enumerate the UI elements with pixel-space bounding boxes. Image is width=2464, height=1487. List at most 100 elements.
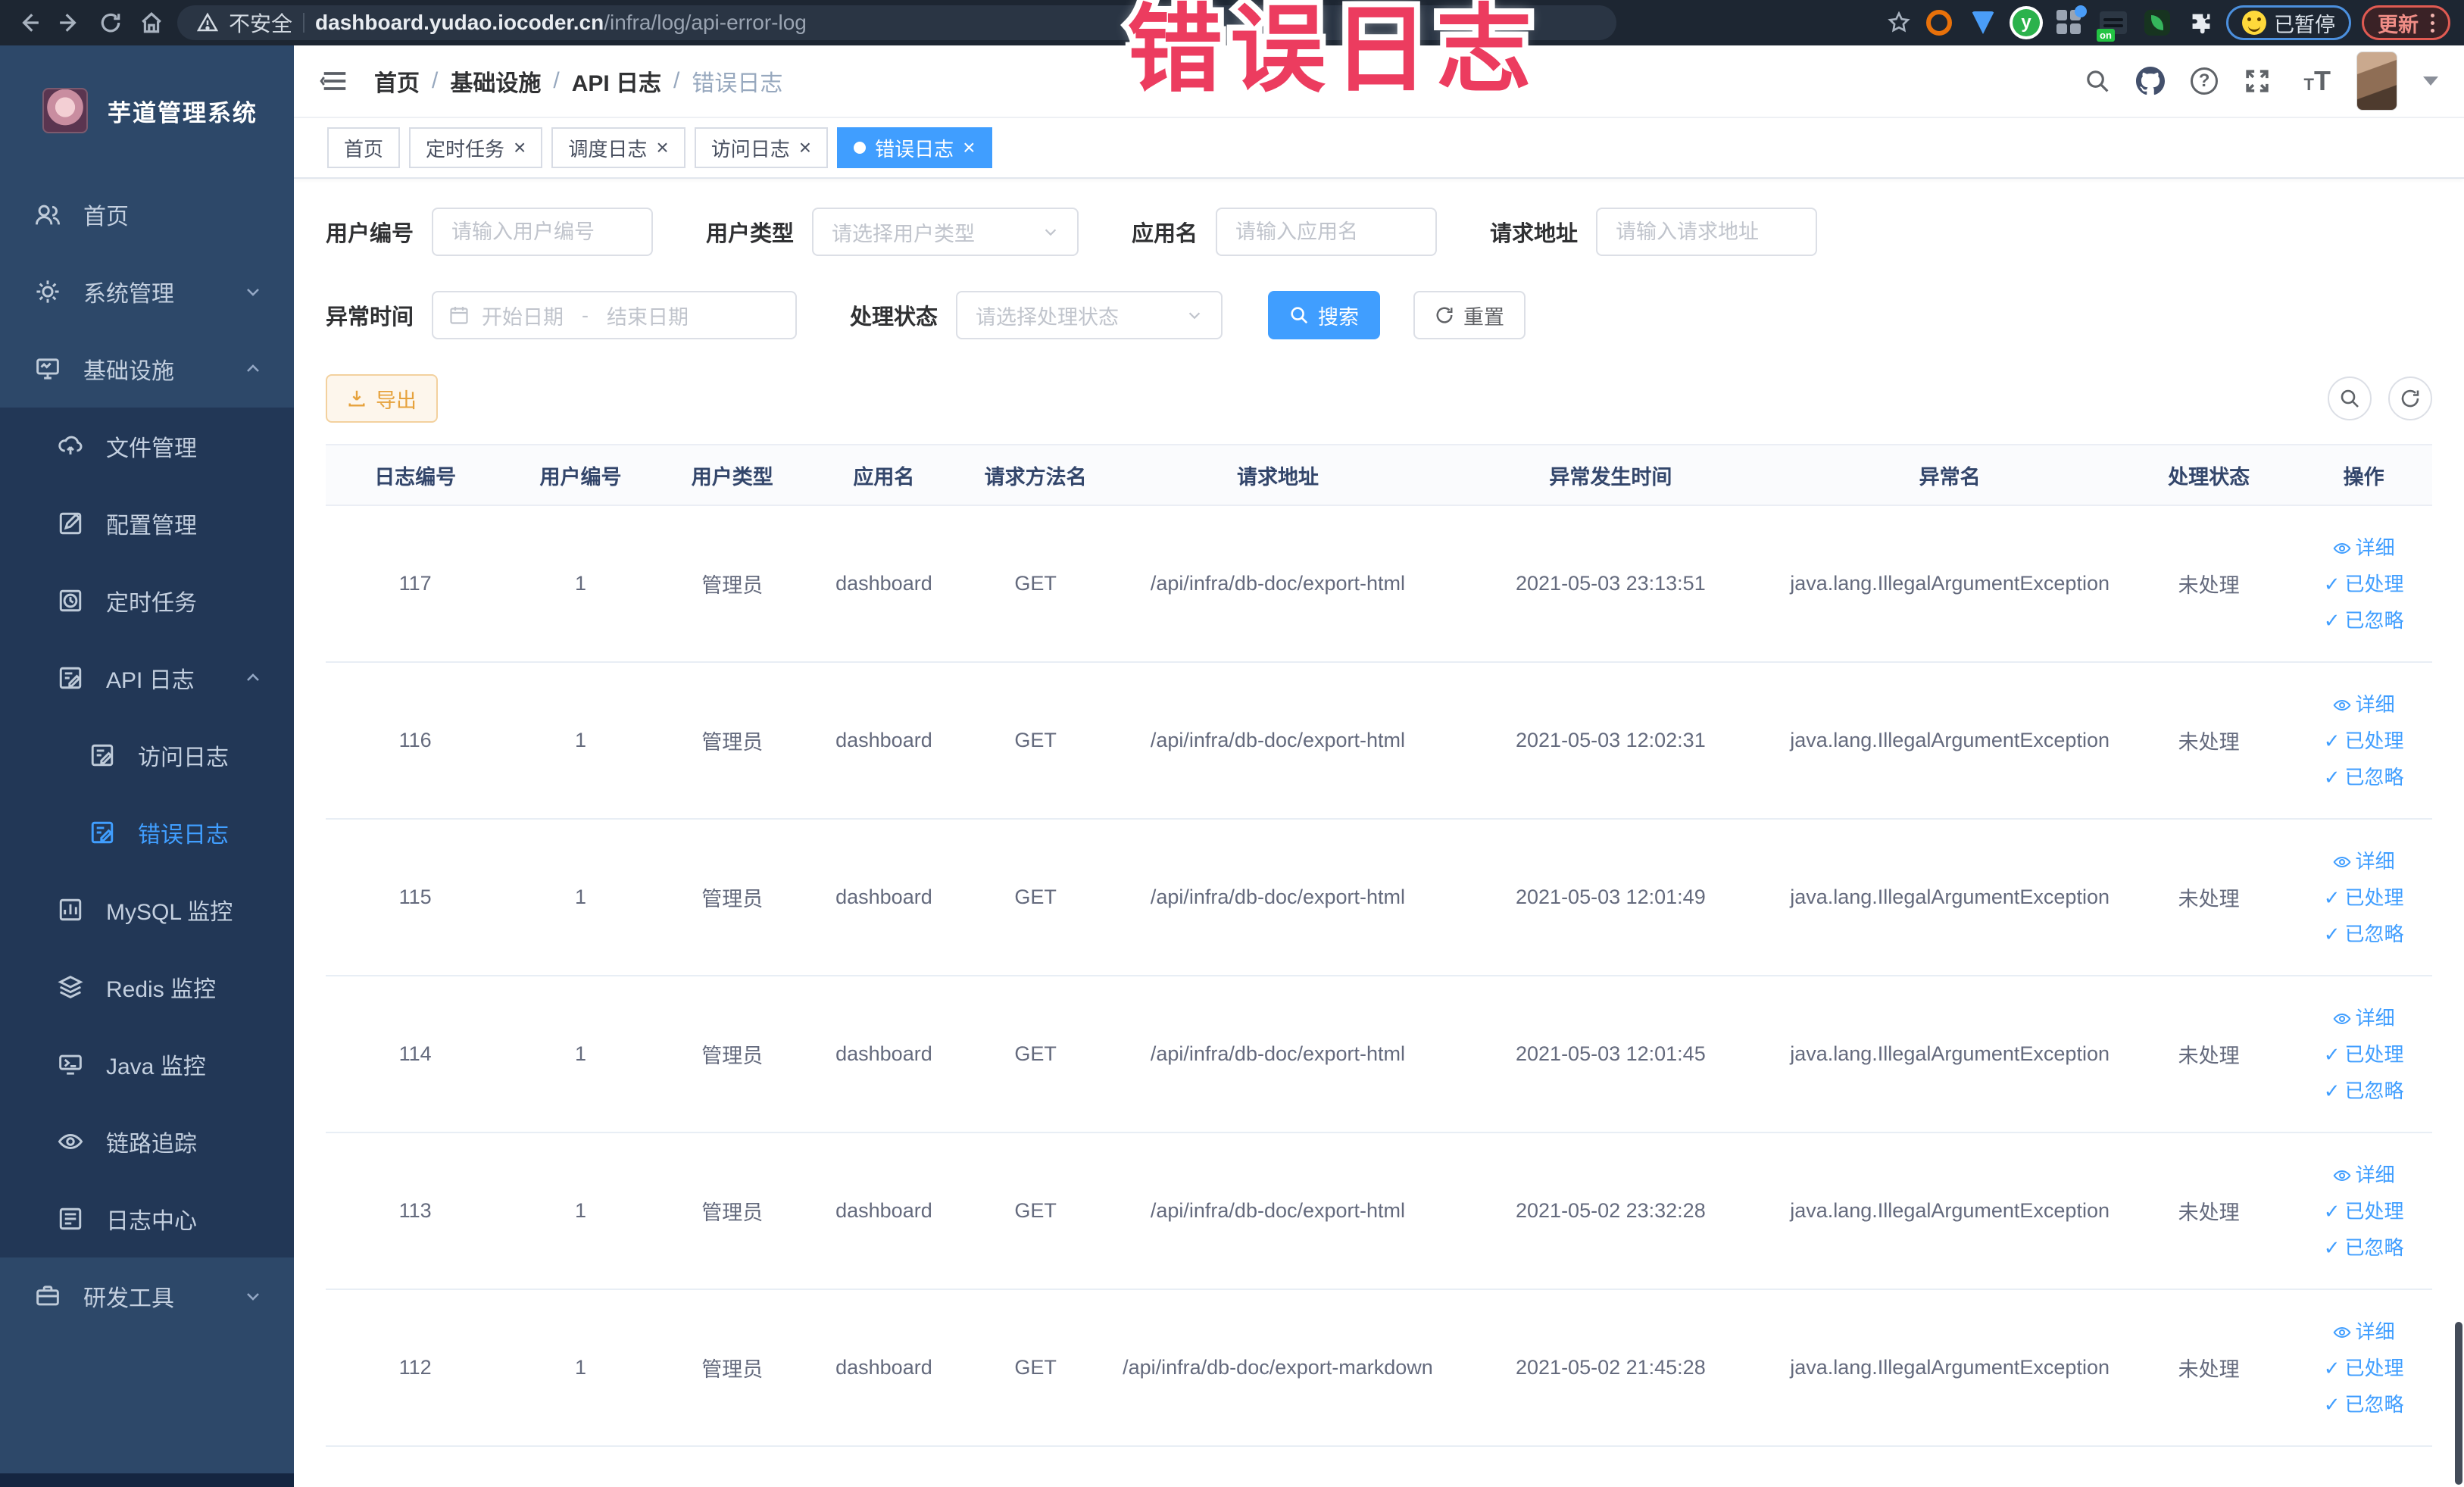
breadcrumb-infrastructure[interactable]: 基础设施 xyxy=(450,64,541,98)
tab-scheduled-jobs[interactable]: 定时任务 xyxy=(409,127,543,168)
breadcrumb-home[interactable]: 首页 xyxy=(374,64,420,98)
address-bar[interactable]: 不安全 dashboard.yudao.iocoder.cn/infra/log… xyxy=(177,5,1616,40)
action-mark-processed[interactable]: 已处理 xyxy=(2295,1193,2432,1229)
tab-access-log[interactable]: 访问日志 xyxy=(694,127,829,168)
process-status-select[interactable]: 请选择处理状态 xyxy=(956,291,1223,339)
extension-leaf-icon[interactable] xyxy=(2143,8,2172,37)
sidebar-item-access-log[interactable]: 访问日志 xyxy=(0,717,294,794)
action-detail[interactable]: 详细 xyxy=(2295,1157,2432,1193)
col-log-id: 日志编号 xyxy=(326,444,505,506)
sidebar-item-scheduled-jobs[interactable]: 定时任务 xyxy=(0,562,294,639)
header-search-icon[interactable] xyxy=(2085,68,2110,94)
briefcase-icon xyxy=(35,1283,62,1309)
app-name-input[interactable] xyxy=(1216,208,1438,256)
sidebar-item-home[interactable]: 首页 xyxy=(0,176,294,253)
extensions-puzzle-icon[interactable] xyxy=(2187,8,2216,37)
cell-app-name: dashboard xyxy=(807,819,960,976)
help-icon[interactable] xyxy=(2191,67,2219,95)
sidebar-item-file-mgmt[interactable]: 文件管理 xyxy=(0,408,294,485)
close-icon[interactable] xyxy=(963,136,975,160)
action-mark-ignored[interactable]: 已忽略 xyxy=(2295,759,2432,795)
tab-home[interactable]: 首页 xyxy=(327,127,401,168)
fullscreen-icon[interactable] xyxy=(2244,67,2271,95)
sidebar-item-system-mgmt[interactable]: 系统管理 xyxy=(0,253,294,330)
browser-update-pill[interactable]: 更新 xyxy=(2362,5,2450,40)
action-detail[interactable]: 详细 xyxy=(2295,1000,2432,1036)
browser-reload-icon[interactable] xyxy=(95,8,126,38)
close-icon[interactable] xyxy=(514,136,526,160)
sidebar-bottom-strip xyxy=(0,1473,294,1487)
cell-log-id: 114 xyxy=(326,976,505,1133)
error-log-table: 日志编号 用户编号 用户类型 应用名 请求方法名 请求地址 异常发生时间 异常名… xyxy=(326,444,2432,1447)
action-detail[interactable]: 详细 xyxy=(2295,530,2432,566)
table-row: 117 1 管理员 dashboard GET/api/infra/db-doc/exp… xyxy=(326,505,2432,663)
action-detail[interactable]: 详细 xyxy=(2295,843,2432,879)
action-mark-processed[interactable]: 已处理 xyxy=(2295,879,2432,916)
action-mark-ignored[interactable]: 已忽略 xyxy=(2295,602,2432,639)
paused-extension-pill[interactable]: 已暂停 xyxy=(2226,5,2351,40)
toggle-search-icon-button[interactable] xyxy=(2328,376,2372,420)
user-type-select[interactable]: 请选择用户类型 xyxy=(812,208,1079,256)
action-mark-processed[interactable]: 已处理 xyxy=(2295,566,2432,602)
action-mark-ignored[interactable]: 已忽略 xyxy=(2295,916,2432,952)
tab-schedule-log[interactable]: 调度日志 xyxy=(551,127,685,168)
close-icon[interactable] xyxy=(799,136,811,160)
user-id-input[interactable] xyxy=(432,208,654,256)
filter-user-id: 用户编号 xyxy=(326,208,654,256)
github-icon[interactable] xyxy=(2136,67,2166,95)
table-toolbar-right xyxy=(2328,376,2432,420)
extension-orange-icon[interactable] xyxy=(1925,8,1953,37)
cell-user-type: 管理员 xyxy=(656,1289,808,1447)
sidebar-item-config-mgmt[interactable]: 配置管理 xyxy=(0,485,294,562)
sidebar-logo[interactable]: 芋道管理系统 xyxy=(0,45,294,176)
browser-menu-kebab-icon[interactable] xyxy=(2431,13,2434,33)
close-icon[interactable] xyxy=(656,136,668,160)
extension-shield-icon[interactable] xyxy=(1969,8,1997,37)
browser-home-icon[interactable] xyxy=(136,8,167,38)
sidebar-item-log-center[interactable]: 日志中心 xyxy=(0,1180,294,1257)
action-mark-processed[interactable]: 已处理 xyxy=(2295,723,2432,759)
bookmark-star-icon[interactable] xyxy=(1884,8,1914,38)
breadcrumb-api-log[interactable]: API 日志 xyxy=(572,64,661,98)
col-user-id: 用户编号 xyxy=(504,444,657,506)
extension-grid-icon[interactable] xyxy=(2055,5,2087,37)
sidebar-item-redis-monitor[interactable]: Redis 监控 xyxy=(0,948,294,1026)
extension-on-badge-icon[interactable]: on xyxy=(2097,8,2128,42)
action-mark-processed[interactable]: 已处理 xyxy=(2295,1036,2432,1073)
action-mark-processed[interactable]: 已处理 xyxy=(2295,1350,2432,1386)
user-menu-caret-icon[interactable] xyxy=(2423,77,2438,86)
action-mark-ignored[interactable]: 已忽略 xyxy=(2295,1229,2432,1266)
sidebar-item-dev-tools[interactable]: 研发工具 xyxy=(0,1257,294,1335)
search-button[interactable]: 搜索 xyxy=(1268,291,1381,339)
sidebar-item-error-log[interactable]: 错误日志 xyxy=(0,794,294,871)
cell-exception-time: 2021-05-02 21:45:28 xyxy=(1444,1289,1778,1447)
export-button[interactable]: 导出 xyxy=(326,374,438,423)
terminal-monitor-icon xyxy=(58,1051,85,1077)
sidebar-toggle-icon[interactable] xyxy=(320,66,350,96)
user-avatar[interactable] xyxy=(2356,52,2397,111)
security-warning-icon[interactable] xyxy=(197,12,218,33)
exception-time-range-picker[interactable]: 开始日期 - 结束日期 xyxy=(432,291,798,339)
cell-actions: 详细已处理已忽略 xyxy=(2295,819,2432,976)
address-divider xyxy=(303,13,305,33)
request-url-input[interactable] xyxy=(1596,208,1818,256)
action-detail[interactable]: 详细 xyxy=(2295,686,2432,723)
page-scrollbar[interactable] xyxy=(2455,1322,2462,1485)
cell-status: 未处理 xyxy=(2122,1289,2296,1447)
font-size-icon[interactable] xyxy=(2297,65,2331,97)
breadcrumb: 首页 / 基础设施 / API 日志 / 错误日志 xyxy=(374,64,782,98)
sidebar-item-tracing[interactable]: 链路追踪 xyxy=(0,1103,294,1180)
sidebar-item-api-log[interactable]: API 日志 xyxy=(0,639,294,717)
browser-forward-icon[interactable] xyxy=(55,8,85,38)
sidebar-item-infrastructure[interactable]: 基础设施 xyxy=(0,330,294,408)
browser-back-icon[interactable] xyxy=(14,8,44,38)
action-mark-ignored[interactable]: 已忽略 xyxy=(2295,1073,2432,1109)
sidebar-item-java-monitor[interactable]: Java 监控 xyxy=(0,1026,294,1103)
action-mark-ignored[interactable]: 已忽略 xyxy=(2295,1386,2432,1423)
sidebar-item-mysql-monitor[interactable]: MySQL 监控 xyxy=(0,871,294,948)
action-detail[interactable]: 详细 xyxy=(2295,1314,2432,1350)
extension-green-y-icon[interactable]: y xyxy=(2013,9,2040,36)
tab-error-log[interactable]: 错误日志 xyxy=(837,127,992,168)
refresh-table-button[interactable] xyxy=(2388,376,2432,420)
reset-button[interactable]: 重置 xyxy=(1413,291,1526,339)
